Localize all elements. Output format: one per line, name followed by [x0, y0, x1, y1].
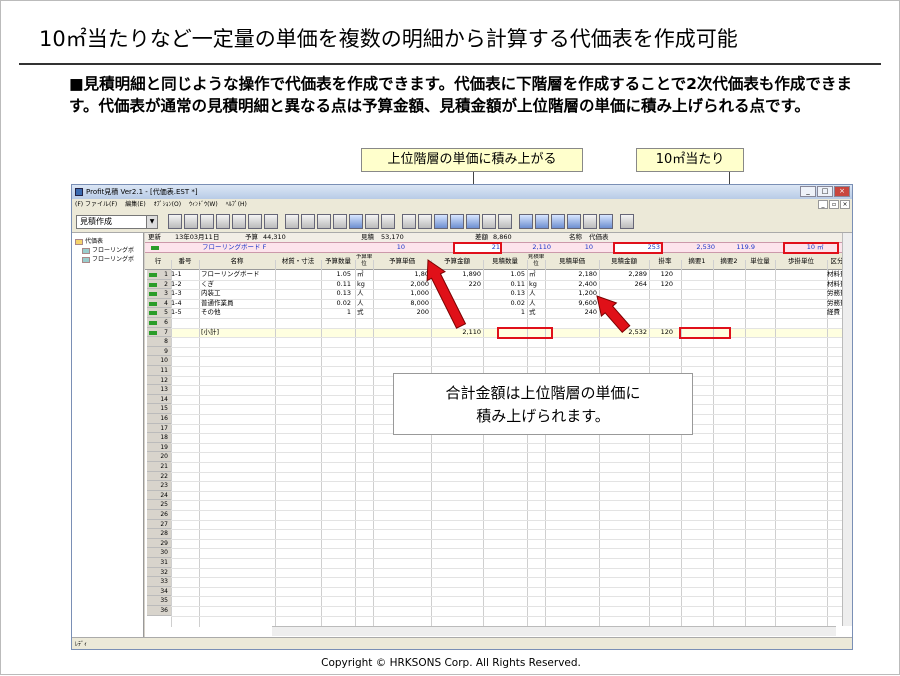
red-arrow-icon — [596, 295, 631, 334]
slide: 10㎡当たりなど一定量の単価を複数の明細から計算する代価表を作成可能 ■見積明細… — [0, 0, 900, 675]
copyright-footer: Copyright © HRKSONS Corp. All Rights Res… — [321, 657, 581, 669]
annotation-arrows — [426, 259, 631, 334]
red-arrow-icon — [426, 259, 467, 329]
